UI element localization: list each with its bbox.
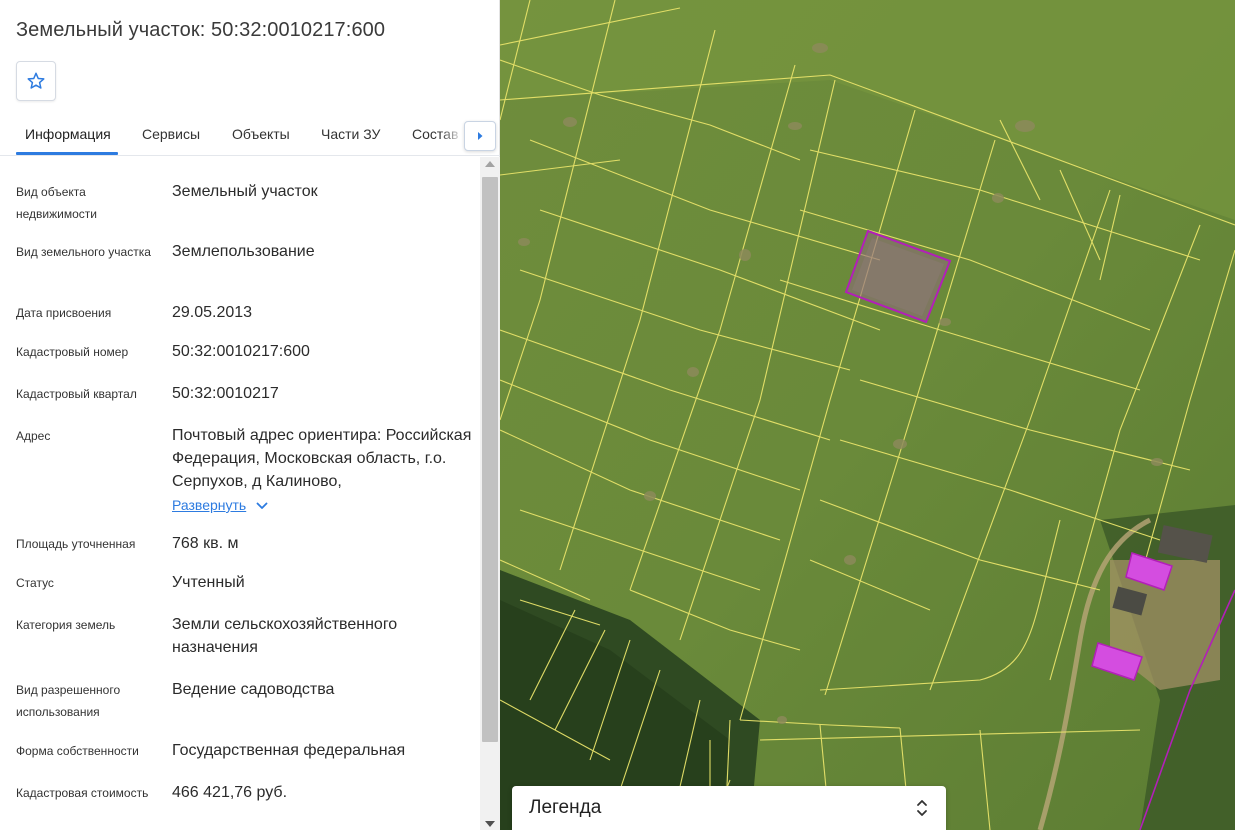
info-list: Вид объекта недвижимости Земельный участ…: [0, 157, 480, 830]
field-label: Кадастровая стоимость: [16, 786, 149, 800]
field-label: Площадь уточненная: [16, 537, 136, 551]
field-label: Форма собственности: [16, 744, 139, 758]
expand-label: Развернуть: [172, 497, 247, 513]
field-value: 466 421,76 руб.: [172, 784, 288, 801]
field-value: 29.05.2013: [172, 304, 253, 321]
star-icon: [27, 72, 45, 89]
field-value: 50:32:0010217:600: [172, 343, 310, 360]
info-panel: Земельный участок: 50:32:0010217:600 Инф…: [0, 0, 500, 830]
tab-objects[interactable]: Объекты: [232, 126, 290, 142]
field-value: Земельный участок: [172, 183, 318, 200]
field-label: Статус: [16, 576, 54, 590]
satellite-map[interactable]: [500, 0, 1235, 830]
tab-information[interactable]: Информация: [25, 126, 111, 142]
field-value: Земли сельскохозяйственного назначения: [172, 616, 398, 656]
tab-bar: Информация Сервисы Объекты Части ЗУ Сост…: [0, 114, 500, 156]
page-title: Земельный участок: 50:32:0010217:600: [16, 19, 386, 41]
field-label: Кадастровый квартал: [16, 387, 137, 401]
field-label: Вид земельного участка: [16, 245, 151, 259]
scroll-up-arrow-icon[interactable]: [485, 161, 495, 167]
tab-fade: [440, 114, 464, 154]
field-label: Кадастровый номер: [16, 345, 129, 359]
map-view[interactable]: [500, 0, 1235, 830]
chevron-down-icon: [256, 502, 268, 509]
field-label: Адрес: [16, 429, 51, 443]
field-value: Государственная федеральная: [172, 742, 406, 759]
caret-right-icon: [478, 132, 483, 140]
field-label: Категория земель: [16, 618, 116, 632]
field-value: Землепользование: [172, 243, 315, 260]
address-text: Почтовый адрес ориентира: Российская Фед…: [172, 427, 472, 490]
field-value: Учтенный: [172, 574, 245, 591]
scroll-thumb[interactable]: [482, 177, 498, 742]
field-label: Вид разрешенного использования: [16, 683, 121, 719]
field-value: 768 кв. м: [172, 535, 239, 552]
field-value: Ведение садоводства: [172, 681, 335, 698]
tab-services[interactable]: Сервисы: [142, 126, 200, 142]
scroll-down-arrow-icon[interactable]: [485, 821, 495, 827]
tab-parts[interactable]: Части ЗУ: [321, 126, 380, 142]
legend-title: Легенда: [529, 797, 602, 818]
info-scrollbar[interactable]: [480, 157, 500, 830]
legend-panel[interactable]: Легенда: [512, 786, 946, 830]
tabs-scroll-right-button[interactable]: [464, 121, 496, 151]
favorite-button[interactable]: [16, 61, 56, 101]
field-label: Дата присвоения: [16, 306, 112, 320]
field-value: Почтовый адрес ориентира: Российская Фед…: [172, 424, 472, 517]
active-tab-indicator: [16, 152, 118, 155]
field-label: Вид объекта недвижимости: [16, 185, 97, 221]
expand-link[interactable]: Развернуть: [172, 494, 268, 517]
chevrons-up-down-icon[interactable]: [916, 798, 928, 818]
field-value: 50:32:0010217: [172, 385, 279, 402]
